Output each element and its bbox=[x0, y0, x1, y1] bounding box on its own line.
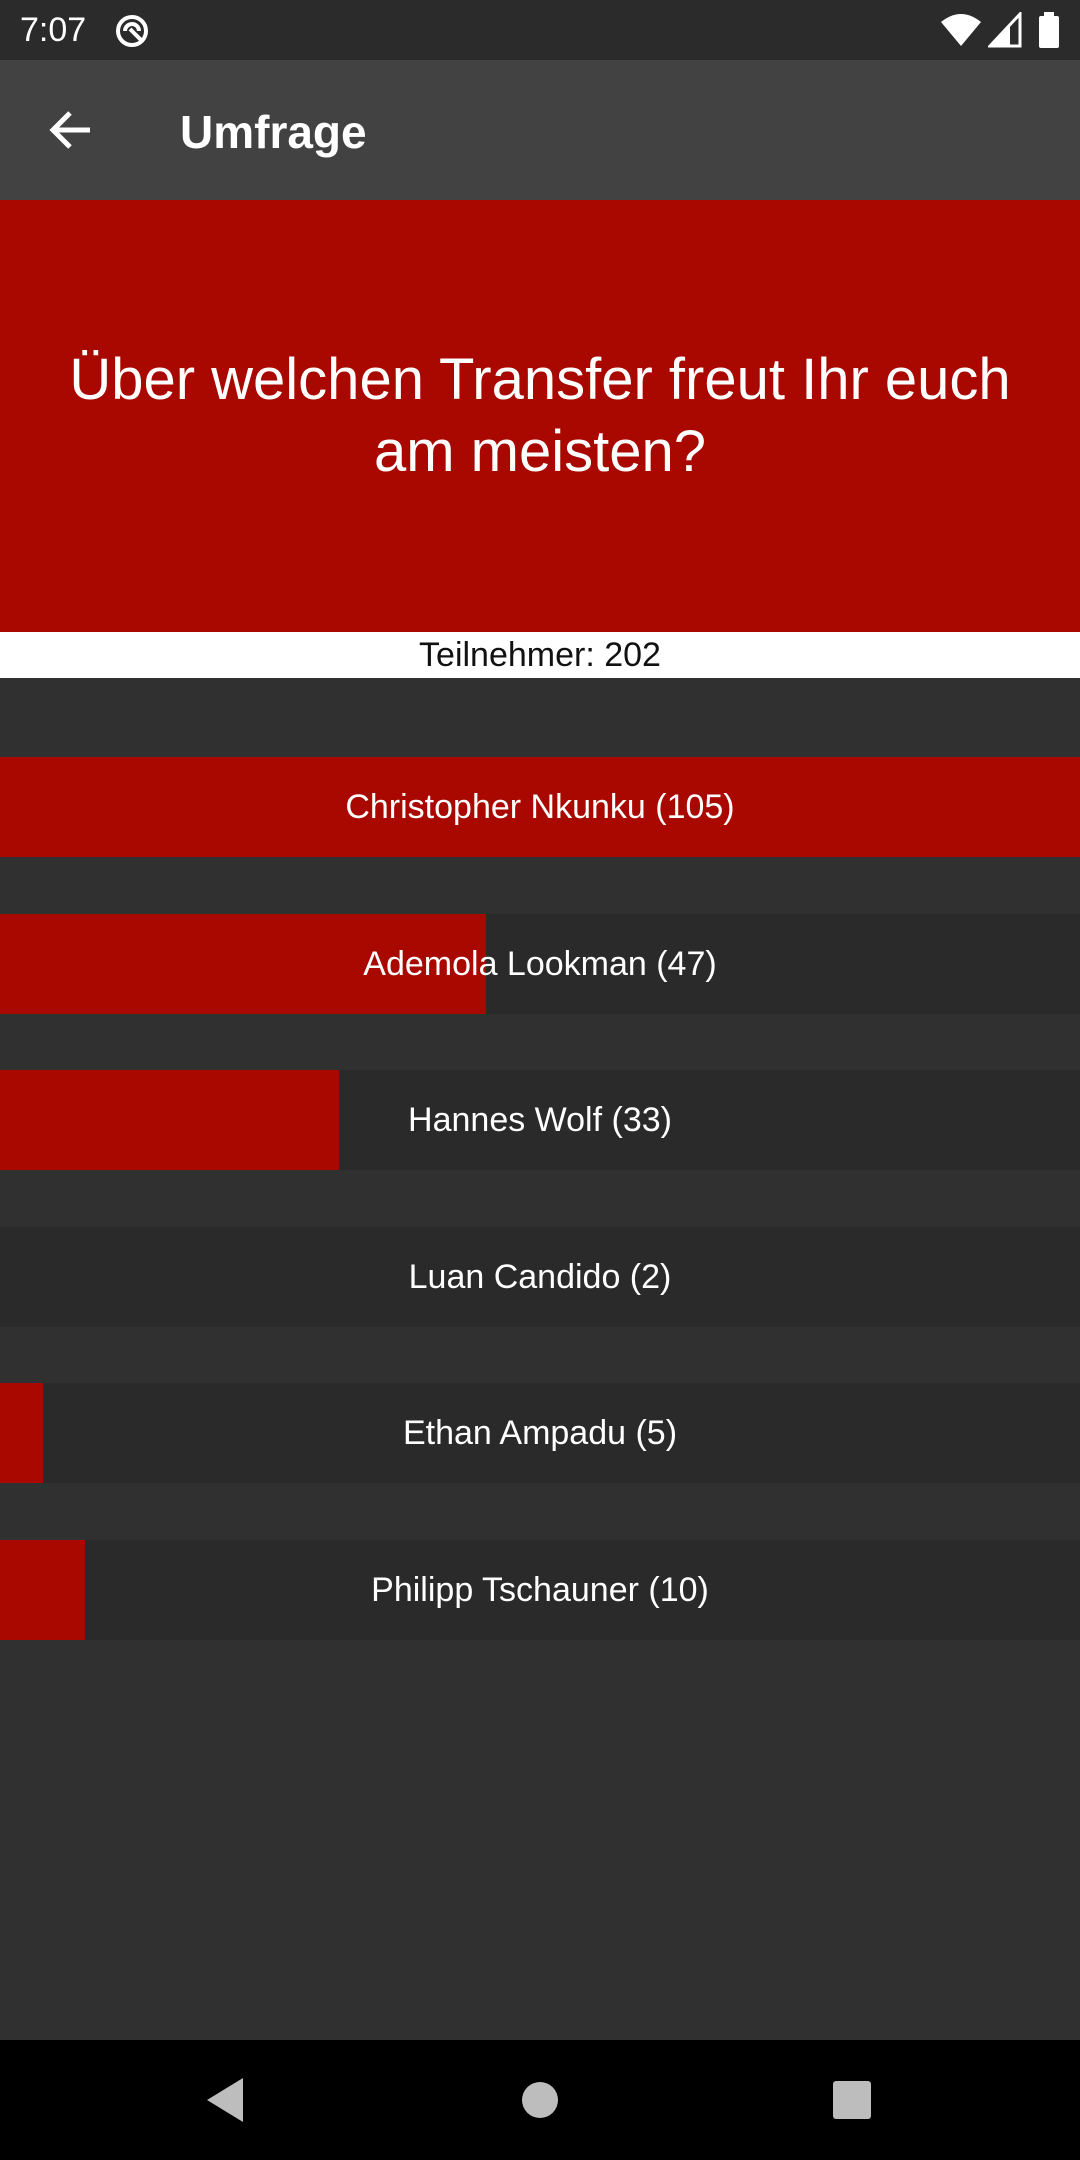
page-title: Umfrage bbox=[180, 106, 367, 158]
screen: 7:07 Umfrage Über welchen Transfer freut… bbox=[0, 0, 1080, 2160]
participants-count: Teilnehmer: 202 bbox=[0, 632, 1080, 678]
poll-option-label: Luan Candido (2) bbox=[408, 1257, 672, 1296]
poll-option-label: Christopher Nkunku (105) bbox=[345, 787, 735, 826]
poll-question: Über welchen Transfer freut Ihr euch am … bbox=[69, 347, 1011, 484]
arrow-back-icon bbox=[49, 111, 90, 149]
wifi-icon bbox=[941, 14, 981, 46]
poll-option-label: Ethan Ampadu (5) bbox=[402, 1413, 678, 1452]
home-circle-icon[interactable] bbox=[510, 2070, 570, 2130]
battery-icon bbox=[1039, 12, 1059, 48]
poll-option-6[interactable]: Philipp Tschauner (10) bbox=[0, 1540, 1080, 1640]
poll-option-4[interactable]: Luan Candido (2) bbox=[0, 1227, 1080, 1327]
status-time: 7:07 bbox=[20, 11, 87, 49]
poll-option-3[interactable]: Hannes Wolf (33) bbox=[0, 1070, 1080, 1170]
poll-option-2[interactable]: Ademola Lookman (47) bbox=[0, 914, 1080, 1014]
question-banner: Über welchen Transfer freut Ihr euch am … bbox=[0, 200, 1080, 632]
recents-square-icon[interactable] bbox=[822, 2070, 882, 2130]
status-bar: 7:07 bbox=[0, 0, 1080, 60]
poll-option-1[interactable]: Christopher Nkunku (105) bbox=[0, 757, 1080, 857]
back-triangle-icon[interactable] bbox=[195, 2070, 255, 2130]
poll-option-label: Philipp Tschauner (10) bbox=[371, 1570, 709, 1609]
system-nav-bar bbox=[0, 2040, 1080, 2160]
poll-option-5[interactable]: Ethan Ampadu (5) bbox=[0, 1383, 1080, 1483]
back-button[interactable] bbox=[30, 100, 110, 160]
poll-option-label: Hannes Wolf (33) bbox=[408, 1100, 672, 1139]
app-notification-icon bbox=[116, 15, 148, 47]
poll-option-label: Ademola Lookman (47) bbox=[363, 944, 717, 983]
app-bar: Umfrage bbox=[0, 60, 1080, 200]
cell-signal-icon bbox=[988, 12, 1022, 48]
